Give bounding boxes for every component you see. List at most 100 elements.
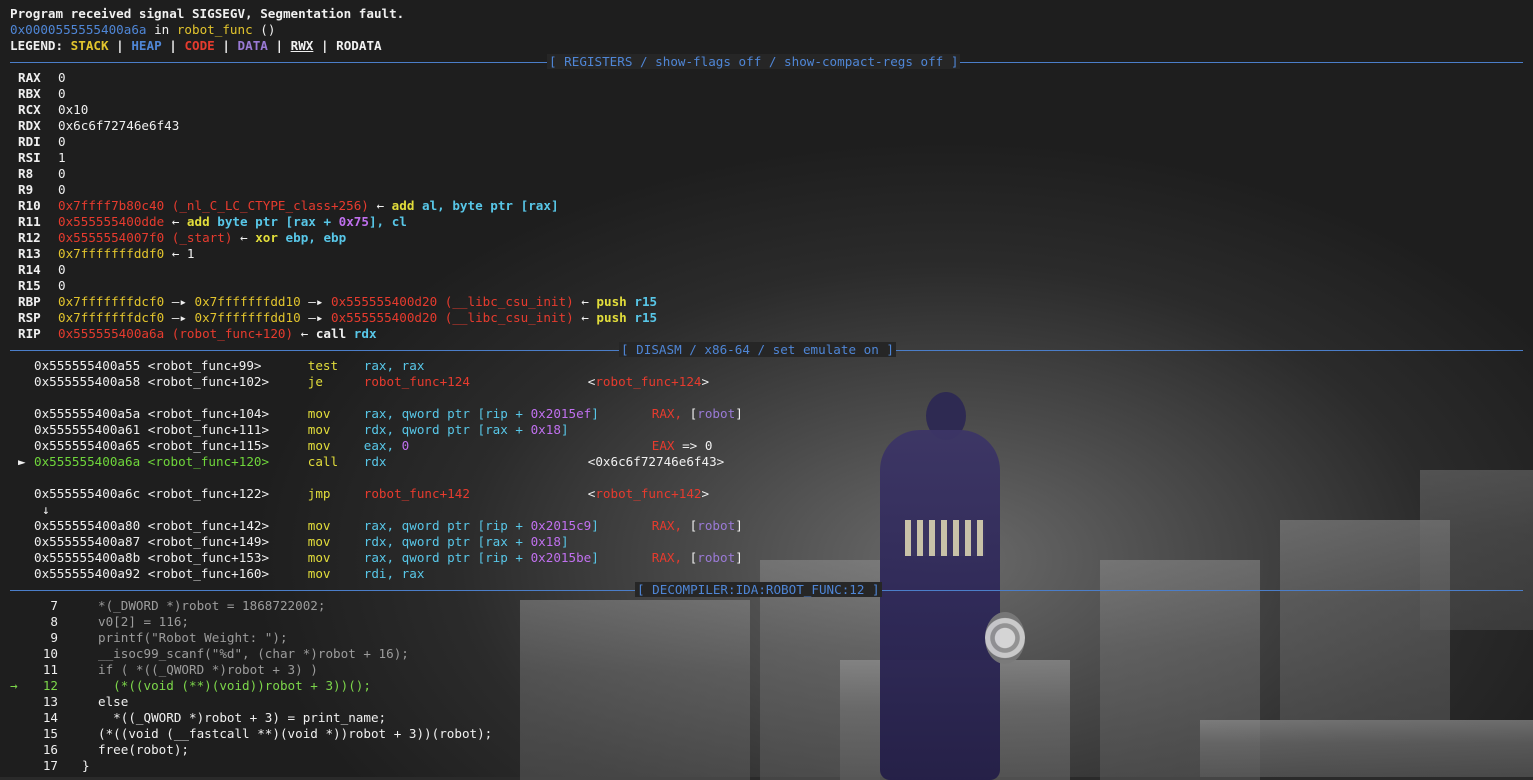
disasm-comment: > [701,374,710,389]
source-line-number: 14 [42,710,58,725]
disasm-symbol: <robot_func+120> [147,454,270,469]
registers-title: [ REGISTERS / show-flags off / show-comp… [546,54,961,70]
disasm-row: 0x555555400a87 <robot_func+149> mov rdx, q… [10,534,1523,550]
disasm-immediate: 0x18 [530,422,561,437]
current-line-arrow-icon: → [10,678,18,693]
disasm-immediate: 0 [401,438,410,453]
disasm-mnemonic: mov [307,422,331,437]
register-row-r14: R14 0 [10,262,1523,278]
register-row-r10: R10 0x7ffff7b80c40 (_nl_C_LC_CTYPE_class+… [18,198,559,213]
register-value: 0x10 [58,102,89,117]
decompiler-line: 13 else [10,694,1523,710]
disasm-mnemonic: mov [307,406,331,421]
source-code: *((_QWORD *)robot + 3) = print_name; [98,710,387,725]
registers-separator: [ REGISTERS / show-flags off / show-comp… [10,54,1523,70]
source-line-number: 15 [42,726,58,741]
deref-arrow: ← [368,198,385,213]
register-row-rsi: RSI 1 [10,150,1523,166]
decompiler-separator: [ DECOMPILER:IDA:ROBOT_FUNC:12 ] [10,582,1523,598]
register-row-r12: R12 0x5555554007f0 (_start) ← xor ebp, eb… [10,230,1523,246]
deref-arrow: ← [573,310,589,325]
decompiler-line: 7 *(_DWORD *)robot = 1868722002; [10,598,1523,614]
register-deref-value: 0x7fffffffdd10 [194,294,301,309]
deref-arrow: —▸ [164,294,195,309]
location-args: () [252,22,276,37]
disasm-operands: ] [591,550,599,565]
disasm-row: 0x555555400a5a <robot_func+104> mov rax, q… [10,406,1523,422]
disasm-jump-arrow: ↓ [10,502,1523,518]
disasm-immediate: 0x2015c9 [530,518,592,533]
decompiler-line: 11 if ( *((_QWORD *)robot + 3) ) [10,662,1523,678]
disasm-symbol: <robot_func+153> [147,550,270,565]
decompiler-line-current: → 12 (*((void (**)(void))robot + 3))(); [10,678,1523,694]
disasm-comment: RAX, [651,406,690,421]
register-row-rax: RAX 0 [10,70,1523,86]
disasm-operands: ] [591,406,599,421]
register-deref-value: 0x7fffffffdd10 [194,310,301,325]
legend-separator: | [108,38,132,53]
register-symbol: (_start) [171,230,233,245]
register-value: 0x7fffffffdcf0 [58,294,165,309]
disasm-operands: rax, [363,518,402,533]
disasm-address: 0x555555400a65 [34,438,141,453]
disasm-comment: > [701,486,710,501]
register-name: R8 [18,166,34,181]
register-value: 0 [58,70,66,85]
instruction-operand: r15 [634,310,658,325]
disasm-comment: RAX, [651,518,690,533]
register-name: RBX [18,86,41,101]
instruction-operand: ebp, ebp [285,230,347,245]
disasm-address: 0x555555400a92 [34,566,141,581]
register-name: R9 [18,182,34,197]
decompiler-line: 15 (*((void (__fastcall **)(void *))robot… [10,726,1523,742]
disasm-operands: rax, rax [363,358,425,373]
legend-separator: | [214,38,238,53]
register-value: 0 [58,278,66,293]
instruction-mnemonic: call [315,326,347,341]
disasm-operands: qword ptr [401,406,470,421]
deref-arrow: —▸ [300,310,331,325]
instruction-operand: al [422,198,438,213]
disasm-operands: ] [560,422,569,437]
disasm-mnemonic: jmp [307,486,331,501]
source-code: } [82,758,90,773]
disasm-row-current: ► 0x555555400a6a <robot_func+120> call rdx <… [10,454,1523,470]
register-symbol: (__libc_csu_init) [444,310,574,325]
instruction-operand: byte ptr [217,214,278,229]
register-name: RCX [18,102,41,117]
disasm-address: 0x555555400a6c [34,486,141,501]
disasm-comment: robot_func+124 [595,374,702,389]
legend-rodata: RODATA [336,38,382,53]
disasm-mnemonic: test [307,358,339,373]
signal-message: Program received signal SIGSEGV, Segment… [10,6,405,21]
disasm-row: 0x555555400a61 <robot_func+111> mov rdx, q… [10,422,1523,438]
decompiler-line: 9 printf("Robot Weight: "); [10,630,1523,646]
disasm-row: 0x555555400a65 <robot_func+115> mov eax, 0… [10,438,1523,454]
source-code: v0[2] = 116; [98,614,189,629]
disasm-immediate: 0x2015be [530,550,592,565]
instruction-operand: r15 [634,294,658,309]
deref-arrow: ← [293,326,309,341]
source-code: free(robot); [98,742,189,757]
disasm-operands: ] [560,534,569,549]
register-value: 0 [58,166,66,181]
disasm-comment: ] [735,518,743,533]
instruction-operand: rdx [353,326,377,341]
disasm-symbol: <robot_func+104> [147,406,270,421]
disasm-mnemonic: mov [307,550,331,565]
disasm-immediate: 0x18 [530,534,561,549]
source-code: *(_DWORD *)robot = 1868722002; [98,598,326,613]
register-row-r8: R8 0 [10,166,1523,182]
disasm-operands: qword ptr [401,518,470,533]
disasm-symbol: <robot_func+115> [147,438,270,453]
disasm-address: 0x555555400a5a [34,406,141,421]
disasm-blank [10,390,1523,406]
disasm-operands: rax, [363,550,402,565]
disasm-operands: [rax + [469,422,531,437]
instruction-operand: [rax] [520,198,559,213]
disasm-operands: rdi, rax [363,566,425,581]
disasm-comment: RAX, [651,550,690,565]
register-name: R12 [18,230,41,245]
terminal[interactable]: Program received signal SIGSEGV, Segment… [10,6,1523,774]
disasm-symbol: <robot_func+99> [147,358,262,373]
